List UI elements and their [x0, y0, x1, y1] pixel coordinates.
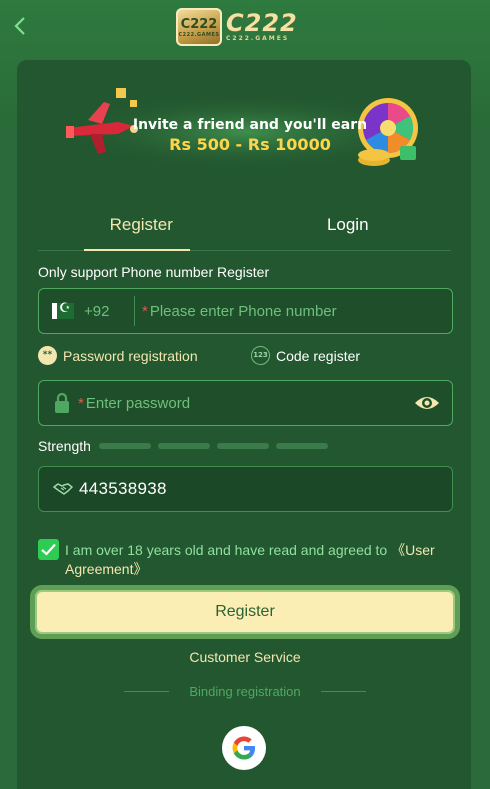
password-registration-label: Password registration: [63, 347, 198, 364]
banner-line-2: Rs 500 - Rs 10000: [169, 135, 331, 154]
lock-icon: [55, 392, 69, 413]
banner-line-1: Invite a friend and you'll earn: [132, 117, 368, 133]
pakistan-flag-icon[interactable]: [52, 301, 74, 319]
strength-bar: [275, 443, 328, 449]
invite-code-field[interactable]: 443538938: [38, 466, 453, 512]
checkmark-icon: [41, 543, 56, 556]
invite-banner[interactable]: Invite a friend and you'll earn Rs 500 -…: [38, 82, 454, 182]
logo-badge-text: C222: [180, 16, 218, 32]
agreement-statement: I am over 18 years old and have read and…: [65, 542, 388, 558]
google-login-button[interactable]: [222, 726, 266, 770]
register-button[interactable]: Register: [30, 585, 460, 639]
handshake-icon: [53, 483, 73, 495]
password-strength: Strength: [38, 438, 335, 454]
strength-bar: [157, 443, 210, 449]
back-button[interactable]: [8, 14, 32, 42]
chevron-left-icon: [14, 17, 25, 35]
strength-bar: [216, 443, 269, 449]
password-field: *: [38, 380, 453, 426]
register-mode-row: ** Password registration 123 Code regist…: [38, 346, 453, 368]
dial-code[interactable]: +92: [84, 303, 134, 320]
customer-service-link[interactable]: Customer Service: [0, 649, 490, 665]
logo-wordmark: C222 C222.GAMES: [226, 11, 298, 43]
tab-register[interactable]: Register: [38, 205, 245, 251]
required-mark: *: [78, 394, 84, 412]
agreement-checkbox[interactable]: [38, 539, 59, 560]
divider-line: [320, 690, 366, 692]
auth-tabs: Register Login: [38, 205, 451, 251]
support-label: Only support Phone number Register: [38, 264, 270, 280]
strength-label: Strength: [38, 438, 91, 454]
divider-line: [124, 690, 169, 692]
eye-icon[interactable]: [414, 393, 440, 413]
code-mode-icon: 123: [251, 346, 270, 365]
password-input[interactable]: [85, 394, 414, 412]
required-mark: *: [142, 302, 148, 320]
agreement-text: I am over 18 years old and have read and…: [65, 541, 458, 579]
google-icon: [232, 736, 255, 760]
logo-wordmark-sub: C222.GAMES: [226, 35, 290, 42]
binding-registration-divider: Binding registration: [124, 683, 366, 699]
strength-bar: [98, 443, 151, 449]
phone-input[interactable]: [149, 302, 452, 320]
code-register-label: Code register: [276, 347, 361, 364]
field-divider: [134, 296, 135, 326]
logo-badge-sub: C222.GAMES: [178, 31, 220, 38]
logo-badge: C222 C222.GAMES: [176, 8, 222, 46]
phone-field: +92 *: [38, 288, 453, 334]
code-register-option[interactable]: 123 Code register: [251, 346, 360, 365]
password-registration-option[interactable]: ** Password registration: [38, 346, 198, 365]
invite-code-value: 443538938: [79, 479, 167, 498]
tab-login[interactable]: Login: [245, 205, 452, 250]
banner-text: Invite a friend and you'll earn Rs 500 -…: [130, 116, 370, 156]
password-mode-icon: **: [38, 346, 57, 365]
logo-wordmark-text: C222: [226, 9, 298, 37]
binding-registration-label: Binding registration: [189, 683, 301, 699]
logo: C222 C222.GAMES C222 C222.GAMES: [176, 6, 316, 48]
